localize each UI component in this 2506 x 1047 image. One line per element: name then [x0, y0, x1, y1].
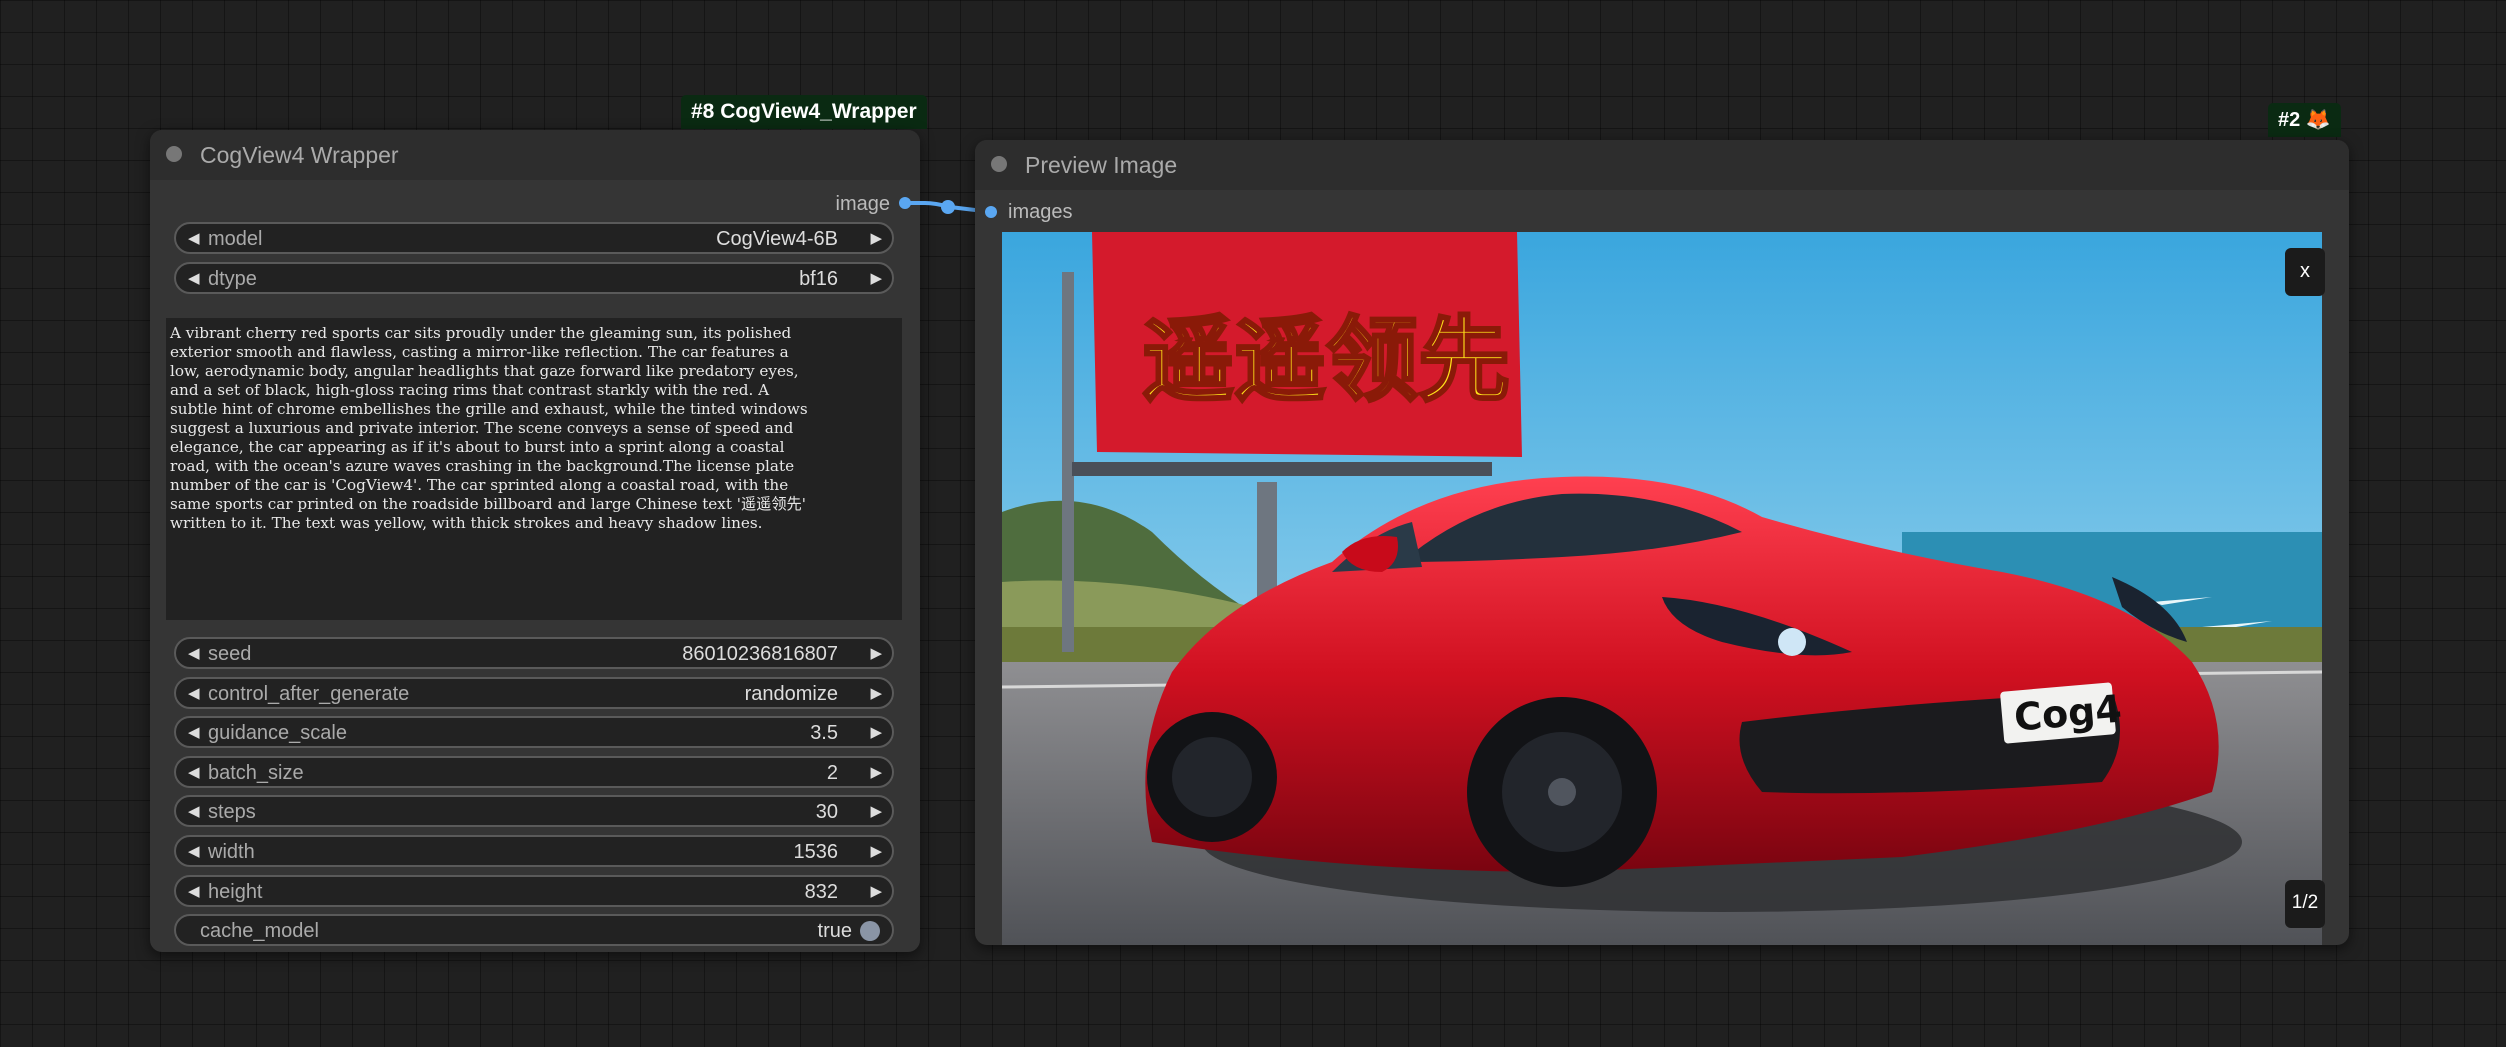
decrement-arrow-icon[interactable]: ◀ [188, 803, 200, 821]
widget-label: guidance_scale [208, 722, 347, 744]
widget-label: model [208, 228, 263, 250]
widget-value: bf16 [799, 268, 838, 290]
widget-label: width [208, 841, 255, 863]
batch-size-widget[interactable]: ◀ batch_size 2 ▶ [174, 756, 894, 788]
increment-arrow-icon[interactable]: ▶ [870, 764, 882, 782]
decrement-arrow-icon[interactable]: ◀ [188, 843, 200, 861]
decrement-arrow-icon[interactable]: ◀ [188, 883, 200, 901]
widget-label: batch_size [208, 762, 304, 784]
dtype-widget[interactable]: ◀ dtype bf16 ▶ [174, 262, 894, 294]
increment-arrow-icon[interactable]: ▶ [870, 230, 882, 248]
increment-arrow-icon[interactable]: ▶ [870, 645, 882, 663]
widget-label: dtype [208, 268, 257, 290]
widget-value: true [817, 920, 852, 942]
collapse-dot-icon[interactable] [166, 146, 182, 162]
seed-widget[interactable]: ◀ seed 86010236816807 ▶ [174, 637, 894, 669]
preview-node-badge: #2 🦊 [2268, 103, 2341, 137]
decrement-arrow-icon[interactable]: ◀ [188, 724, 200, 742]
widget-value: randomize [744, 683, 838, 705]
license-plate-text: Cog4 [2012, 687, 2123, 740]
increment-arrow-icon[interactable]: ▶ [870, 843, 882, 861]
widget-value: 86010236816807 [682, 643, 838, 665]
input-slot-dot-icon[interactable] [985, 206, 997, 218]
widget-label: steps [208, 801, 256, 823]
decrement-arrow-icon[interactable]: ◀ [188, 230, 200, 248]
preview-image-node[interactable]: Preview Image images 遥遥领先 Cog4 x 1/2 [975, 140, 2349, 945]
input-slot-label: images [1008, 201, 1073, 223]
steps-widget[interactable]: ◀ steps 30 ▶ [174, 795, 894, 827]
node-title: CogView4 Wrapper [200, 142, 399, 168]
node-header[interactable] [975, 140, 2349, 190]
increment-arrow-icon[interactable]: ▶ [870, 803, 882, 821]
page-indicator-button[interactable]: 1/2 [2285, 880, 2325, 928]
increment-arrow-icon[interactable]: ▶ [870, 724, 882, 742]
guidance-scale-widget[interactable]: ◀ guidance_scale 3.5 ▶ [174, 716, 894, 748]
output-slot-label: image [835, 193, 890, 215]
decrement-arrow-icon[interactable]: ◀ [188, 685, 200, 703]
output-slot-dot-icon[interactable] [899, 197, 911, 209]
model-widget[interactable]: ◀ model CogView4-6B ▶ [174, 222, 894, 254]
widget-value: 1536 [793, 841, 839, 863]
prompt-textarea[interactable]: A vibrant cherry red sports car sits pro… [166, 318, 902, 620]
increment-arrow-icon[interactable]: ▶ [870, 883, 882, 901]
close-preview-button[interactable]: x [2285, 248, 2325, 296]
collapse-dot-icon[interactable] [991, 156, 1007, 172]
decrement-arrow-icon[interactable]: ◀ [188, 764, 200, 782]
widget-label: control_after_generate [208, 683, 410, 705]
decrement-arrow-icon[interactable]: ◀ [188, 645, 200, 663]
widget-value: 2 [826, 762, 838, 784]
control-after-generate-widget[interactable]: ◀ control_after_generate randomize ▶ [174, 677, 894, 709]
decrement-arrow-icon[interactable]: ◀ [188, 270, 200, 288]
widget-label: seed [208, 643, 252, 665]
widget-value: 832 [804, 881, 838, 903]
height-widget[interactable]: ◀ height 832 ▶ [174, 875, 894, 907]
widget-value: 3.5 [810, 722, 838, 744]
widget-value: CogView4-6B [716, 228, 838, 250]
widget-label: height [208, 881, 263, 903]
cache-model-toggle[interactable]: cache_model true [174, 914, 894, 946]
widget-label: cache_model [200, 920, 319, 942]
widget-value: 30 [815, 801, 838, 823]
node-title: Preview Image [1025, 152, 1178, 178]
increment-arrow-icon[interactable]: ▶ [870, 685, 882, 703]
toggle-indicator-icon[interactable] [860, 921, 880, 941]
width-widget[interactable]: ◀ width 1536 ▶ [174, 835, 894, 867]
wrapper-node-badge: #8 CogView4_Wrapper [681, 95, 927, 129]
increment-arrow-icon[interactable]: ▶ [870, 270, 882, 288]
billboard-text: 遥遥领先 [1142, 307, 1510, 414]
preview-image[interactable]: 遥遥领先 Cog4 [1002, 232, 2322, 945]
